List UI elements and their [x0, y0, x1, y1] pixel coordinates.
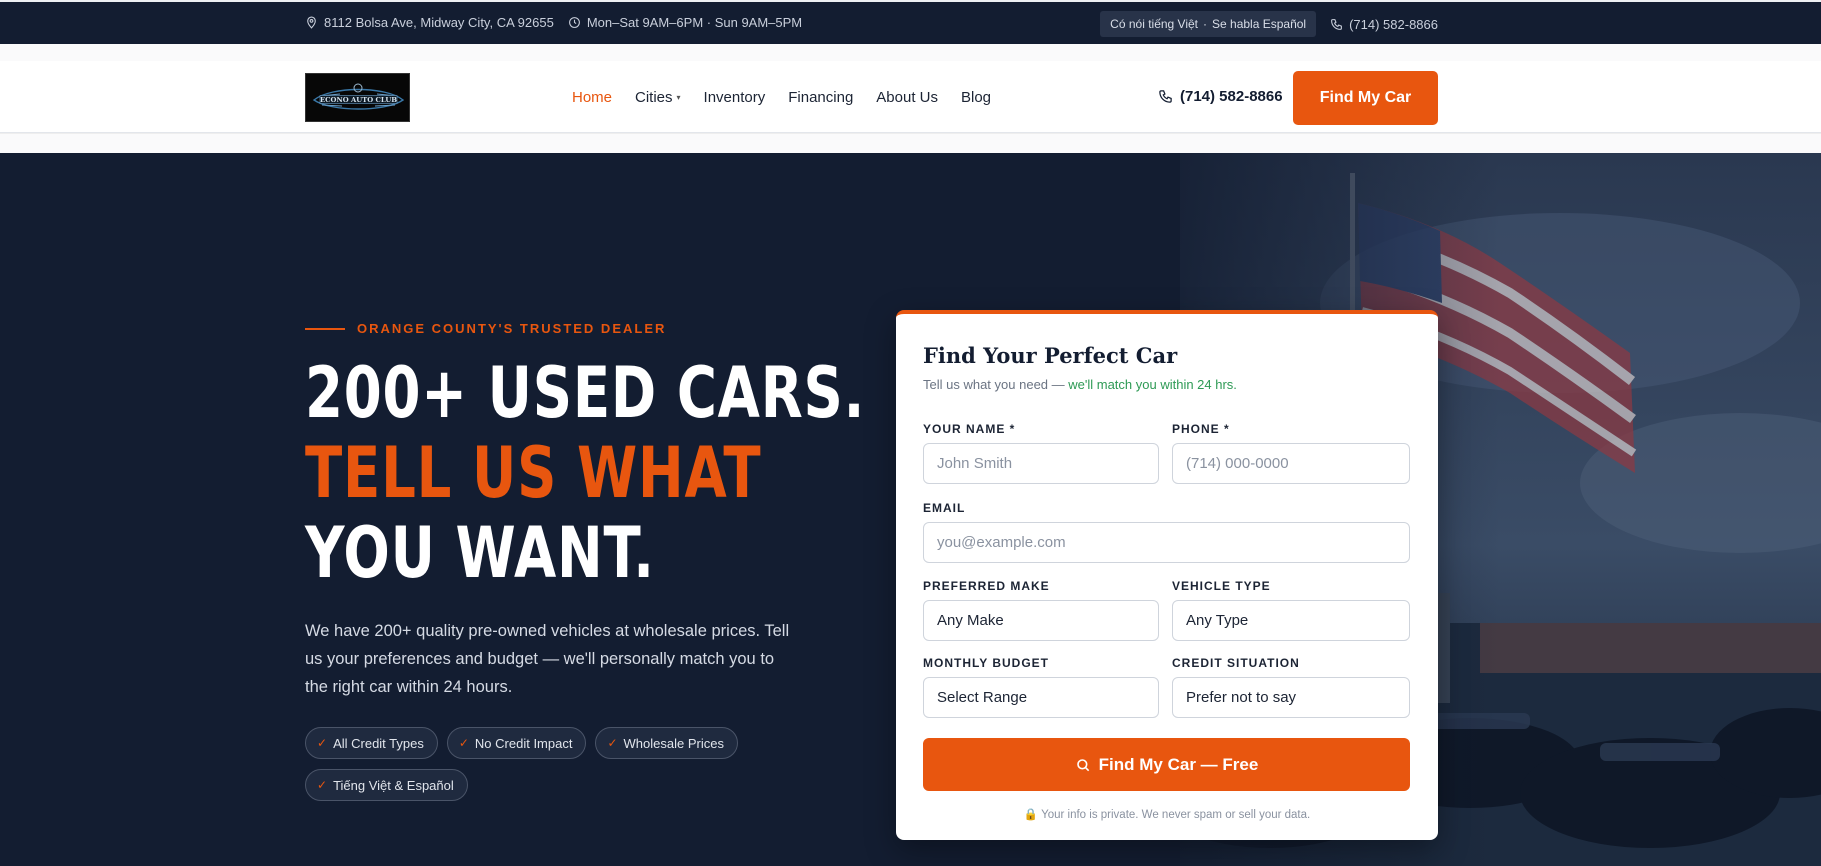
- header-bottom-spacer: [0, 134, 1821, 153]
- nav-home-label: Home: [572, 89, 613, 106]
- eyebrow-text: ORANGE COUNTY'S TRUSTED DEALER: [357, 321, 667, 336]
- nav-financing[interactable]: Financing: [788, 89, 853, 106]
- nav-financing-label: Financing: [788, 89, 854, 106]
- budget-select-value: Select Range: [937, 689, 1028, 706]
- lang-spanish: Se habla Español: [1212, 17, 1307, 31]
- pill-label: All Credit Types: [333, 735, 424, 751]
- phone-input[interactable]: [1172, 443, 1410, 484]
- hero-eyebrow: ORANGE COUNTY'S TRUSTED DEALER: [305, 321, 666, 336]
- nav-inventory[interactable]: Inventory: [704, 89, 766, 106]
- nav-cities-label: Cities: [635, 89, 673, 106]
- credit-select-value: Prefer not to say: [1186, 689, 1297, 706]
- hours-text: Mon–Sat 9AM–6PM · Sun 9AM–5PM: [586, 15, 803, 30]
- header-spacer: [0, 44, 1821, 61]
- phone-icon: [1159, 90, 1172, 103]
- topbar-left: 8112 Bolsa Ave, Midway City, CA 92655 Mo…: [305, 15, 802, 30]
- nav-blog[interactable]: Blog: [961, 89, 991, 106]
- pill-wholesale-prices: ✓ Wholesale Prices: [595, 727, 738, 759]
- header-phone-link[interactable]: (714) 582-8866: [1158, 88, 1283, 105]
- pill-label: Wholesale Prices: [623, 735, 724, 751]
- privacy-text: Your info is private. We never spam or s…: [1041, 809, 1311, 821]
- nav-blog-label: Blog: [961, 89, 992, 106]
- email-label: EMAIL: [923, 501, 966, 515]
- budget-label: MONTHLY BUDGET: [923, 656, 1050, 670]
- pill-label: No Credit Impact: [474, 735, 573, 751]
- hours: Mon–Sat 9AM–6PM · Sun 9AM–5PM: [568, 15, 802, 30]
- form-subtitle-highlight: we'll match you within 24 hrs.: [1068, 377, 1237, 392]
- make-select-value: Any Make: [937, 612, 1004, 629]
- privacy-note: 🔒 Your info is private. We never spam or…: [896, 807, 1438, 821]
- check-icon: ✓: [317, 778, 328, 792]
- name-input[interactable]: [923, 443, 1159, 484]
- pill-all-credit-types: ✓ All Credit Types: [305, 727, 438, 759]
- vehicle-type-select[interactable]: Any Type: [1172, 600, 1410, 641]
- eyebrow-line: [305, 327, 345, 330]
- top-info-bar: 8112 Bolsa Ave, Midway City, CA 92655 Mo…: [0, 0, 1821, 44]
- email-input[interactable]: [923, 522, 1410, 563]
- hero-feature-pills: ✓ All Credit Types ✓ No Credit Impact ✓ Who…: [305, 727, 785, 801]
- vehicle-type-select-value: Any Type: [1186, 612, 1249, 629]
- lead-form-card: Find Your Perfect Car Tell us what you n…: [896, 310, 1438, 840]
- submit-label: Find My Car — Free: [1098, 754, 1259, 774]
- form-title: Find Your Perfect Car: [923, 343, 1178, 368]
- site-header: ECONO AUTO CLUB Home Cities ▾ Inventory F…: [0, 61, 1821, 133]
- phone-icon: [1330, 18, 1343, 31]
- hero-lead-text: We have 200+ quality pre-owned vehicles …: [305, 622, 790, 696]
- credit-label: CREDIT SITUATION: [1172, 656, 1300, 670]
- hero-section: ORANGE COUNTY'S TRUSTED DEALER 200+ USED…: [0, 153, 1821, 866]
- submit-find-car-button[interactable]: Find My Car — Free: [923, 738, 1410, 791]
- nav-cities[interactable]: Cities ▾: [635, 89, 681, 106]
- make-select[interactable]: Any Make: [923, 600, 1159, 641]
- vehicle-type-label: VEHICLE TYPE: [1172, 579, 1271, 593]
- lang-separator: ·: [1203, 17, 1208, 31]
- hero-headline: 200+ USED CARS. TELL US WHAT YOU WANT.: [305, 353, 865, 593]
- pill-no-credit-impact: ✓ No Credit Impact: [446, 727, 587, 759]
- map-pin-icon: [305, 16, 318, 29]
- search-icon: [1076, 758, 1089, 771]
- form-subtitle: Tell us what you need — we'll match you …: [923, 377, 1237, 392]
- header-phone-text: (714) 582-8866: [1180, 88, 1283, 105]
- name-label: YOUR NAME *: [923, 422, 1016, 436]
- language-badge: Có nói tiếng Việt · Se habla Español: [1100, 11, 1317, 37]
- check-icon: ✓: [458, 736, 469, 750]
- pill-label: Tiếng Việt & Español: [333, 777, 454, 793]
- nav-inventory-label: Inventory: [703, 89, 766, 106]
- headline-line-3: YOU WANT.: [305, 512, 655, 594]
- main-nav: Home Cities ▾ Inventory Financing About U…: [572, 89, 991, 106]
- address: 8112 Bolsa Ave, Midway City, CA 92655: [305, 15, 554, 30]
- logo-text: ECONO AUTO CLUB: [320, 96, 397, 104]
- pill-languages: ✓ Tiếng Việt & Español: [305, 769, 468, 801]
- site-logo[interactable]: ECONO AUTO CLUB: [305, 73, 410, 122]
- lock-icon: 🔒: [1023, 809, 1039, 821]
- budget-select[interactable]: Select Range: [923, 677, 1159, 718]
- topbar-phone-link[interactable]: (714) 582-8866: [1330, 17, 1438, 32]
- topbar-right: Có nói tiếng Việt · Se habla Español (714)…: [1100, 11, 1438, 37]
- form-subtitle-prefix: Tell us what you need —: [923, 377, 1069, 392]
- check-icon: ✓: [607, 736, 618, 750]
- make-label: PREFERRED MAKE: [923, 579, 1050, 593]
- headline-line-2: TELL US WHAT: [305, 432, 762, 514]
- chevron-down-icon: ▾: [676, 93, 681, 102]
- topbar-phone-text: (714) 582-8866: [1349, 16, 1438, 32]
- clock-icon: [568, 16, 581, 29]
- find-my-car-button[interactable]: Find My Car: [1293, 71, 1438, 125]
- check-icon: ✓: [317, 736, 328, 750]
- nav-about-us[interactable]: About Us: [876, 89, 938, 106]
- credit-select[interactable]: Prefer not to say: [1172, 677, 1410, 718]
- headline-line-1: 200+ USED CARS.: [305, 352, 866, 434]
- lang-vietnamese: Có nói tiếng Việt: [1110, 17, 1199, 31]
- address-text: 8112 Bolsa Ave, Midway City, CA 92655: [324, 15, 554, 30]
- nav-about-label: About Us: [876, 89, 938, 106]
- nav-home[interactable]: Home: [572, 89, 612, 106]
- phone-label: PHONE *: [1172, 422, 1230, 436]
